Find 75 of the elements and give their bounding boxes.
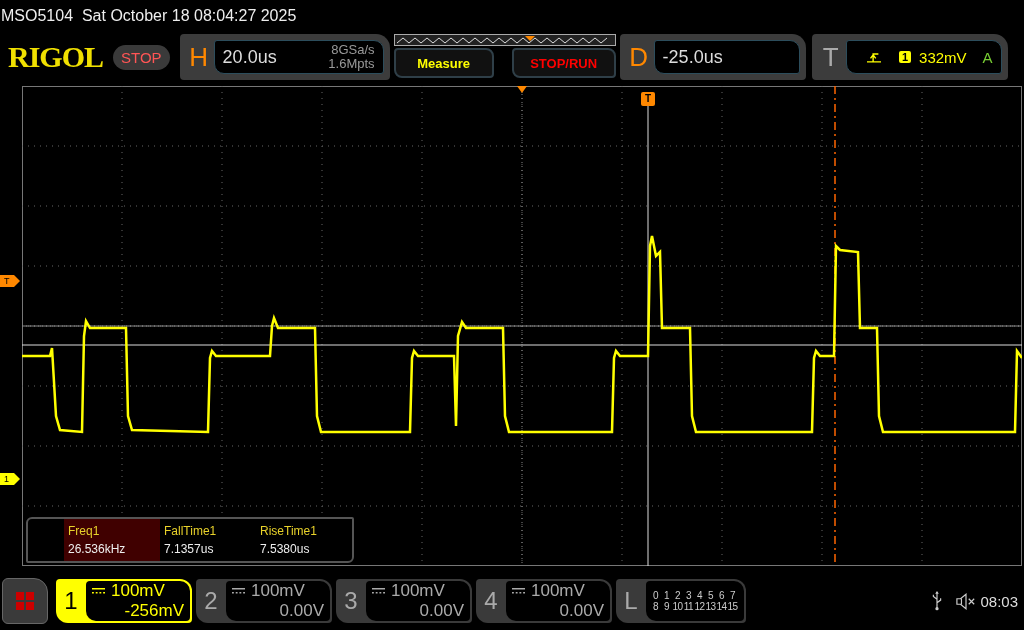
dc-coupling-icon <box>92 587 105 595</box>
logic-channel-number: 15 <box>727 601 738 612</box>
grid-icon <box>15 591 35 611</box>
channel-number: 2 <box>203 586 219 616</box>
channel-marker[interactable]: 1 <box>0 473 20 485</box>
logo: RIGOL <box>8 40 104 74</box>
channel-panel[interactable]: 1 100mV -256mV <box>56 579 192 623</box>
channel-panel[interactable]: 3 100mV 0.00V <box>336 579 472 623</box>
trigger-mode: A <box>982 48 993 66</box>
trigger-level: 332mV <box>919 48 967 66</box>
trigger-panel[interactable]: T 1 332mV A <box>811 34 1008 80</box>
clock-time: 08:03 <box>980 592 1018 610</box>
channel-offset: 0.00V <box>558 601 604 621</box>
channel-offset: 0.00V <box>278 601 324 621</box>
sample-rate: 8GSa/s <box>331 43 375 57</box>
logic-channel-number: 12 <box>694 601 705 612</box>
logic-channel-number: 1 <box>662 590 671 601</box>
usb-icon <box>932 591 943 611</box>
menu-button[interactable]: Measure <box>393 48 494 78</box>
channel-scale: 100mV <box>251 581 305 601</box>
delay-value: -25.0us <box>662 46 723 68</box>
menu-button[interactable]: STOP/RUN <box>511 48 616 78</box>
channel-panel[interactable]: 2 100mV 0.00V <box>196 579 332 623</box>
run-state-badge: STOP <box>113 44 170 70</box>
dc-coupling-icon <box>372 587 385 595</box>
horizontal-panel[interactable]: H 20.0us 8GSa/s 1.6Mpts <box>179 34 390 80</box>
trigger-level-marker[interactable]: T <box>0 275 20 287</box>
channel-scale: 100mV <box>531 581 585 601</box>
status-line-text: MSO5104 Sat October 18 08:04:27 2025 <box>0 6 298 26</box>
logic-channel-number: 5 <box>706 590 715 601</box>
timebase-value: 20.0us <box>222 46 277 68</box>
channel-panel[interactable]: 4 100mV 0.00V <box>476 579 612 623</box>
dc-coupling-icon <box>512 587 525 595</box>
logic-channel-number: 8 <box>651 601 660 612</box>
delay-letter: D <box>628 41 649 73</box>
logic-channel-number: 2 <box>673 590 682 601</box>
channel-offset: -256mV <box>123 601 184 621</box>
channel-offset: 0.00V <box>418 601 464 621</box>
measurement-value: 26.536kHz <box>68 542 127 556</box>
logic-panel[interactable]: L 0 1 2 3 4 5 6 7 8 9 101112131415 <box>616 579 746 623</box>
measurement-item[interactable]: RiseTime1 7.5380us <box>256 519 352 561</box>
logic-channel-number: 4 <box>695 590 704 601</box>
measurement-value: 7.1357us <box>164 542 215 556</box>
logic-channel-number: 3 <box>684 590 693 601</box>
measurement-item[interactable]: Freq1 26.536kHz <box>64 519 160 561</box>
logic-letter: L <box>623 586 639 616</box>
center-marker-icon <box>517 86 527 93</box>
logic-channel-number: 14 <box>716 601 727 612</box>
measurement-name: RiseTime1 <box>260 524 318 538</box>
channel-number: 3 <box>343 586 359 616</box>
speaker-muted-icon <box>956 592 977 610</box>
dc-coupling-icon <box>232 587 245 595</box>
channel-number: 1 <box>63 586 79 616</box>
trigger-source: 1 <box>898 51 912 63</box>
delay-panel[interactable]: D -25.0us <box>619 34 806 80</box>
measurement-name: Freq1 <box>68 524 101 538</box>
trigger-letter: T <box>821 41 840 73</box>
logic-channel-number: 7 <box>728 590 737 601</box>
logic-channel-number: 10 <box>672 601 683 612</box>
measurement-name: FallTime1 <box>164 524 218 538</box>
rising-edge-icon <box>866 50 881 64</box>
logic-channel-number: 13 <box>705 601 716 612</box>
logic-channel-number: 9 <box>662 601 671 612</box>
channel-number: 4 <box>483 586 499 616</box>
channel-scale: 100mV <box>391 581 445 601</box>
measurement-item[interactable]: FallTime1 7.1357us <box>160 519 256 561</box>
logic-channel-number: 11 <box>683 601 694 612</box>
channel-scale: 100mV <box>111 581 165 601</box>
measurement-value: 7.5380us <box>260 542 311 556</box>
trigger-position-marker[interactable]: T <box>641 92 655 106</box>
logic-channel-number: 0 <box>651 590 660 601</box>
logic-channel-number: 6 <box>717 590 726 601</box>
horizontal-letter: H <box>188 41 209 73</box>
menu-button[interactable] <box>2 578 48 624</box>
memory-depth: 1.6Mpts <box>328 57 375 71</box>
